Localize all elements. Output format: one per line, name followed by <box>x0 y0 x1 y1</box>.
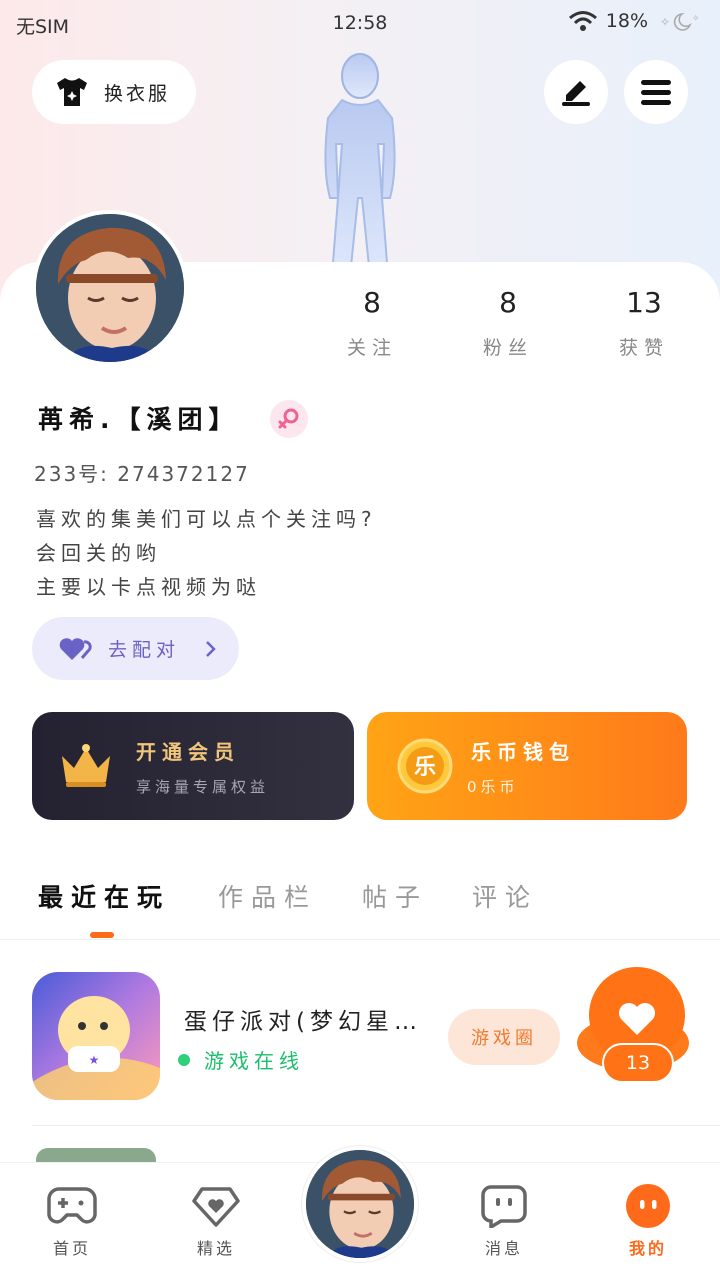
edit-button[interactable] <box>544 60 608 124</box>
nav-profile[interactable]: 我的 <box>598 1183 698 1259</box>
online-dot <box>178 1053 190 1066</box>
game-icon: ★ <box>32 972 160 1100</box>
status-bar: 无SIM 12:58 18% ✧ ✧ <box>0 0 720 48</box>
nav-label: 我的 <box>628 1239 667 1258</box>
coin-icon: 乐 <box>397 738 453 794</box>
list-divider <box>32 1125 720 1126</box>
stat-following[interactable]: 8 关注 <box>312 286 432 360</box>
change-outfit-button[interactable]: 换衣服 <box>32 60 196 124</box>
wallet-subtitle: 0乐币 <box>467 778 519 796</box>
match-button[interactable]: 去配对 <box>32 617 239 680</box>
tab-recent[interactable]: 最近在玩 <box>38 878 170 914</box>
chat-face-icon <box>481 1185 527 1228</box>
nav-featured[interactable]: 精选 <box>166 1183 266 1259</box>
pen-icon <box>562 81 590 106</box>
match-label: 去配对 <box>108 639 181 661</box>
coin-glyph: 乐 <box>414 755 436 780</box>
double-heart-icon <box>59 637 92 660</box>
bio-line: 喜欢的集美们可以点个关注吗? <box>36 507 377 531</box>
female-icon <box>270 400 308 438</box>
svg-text:✧: ✧ <box>660 15 670 29</box>
profile-name: 苒希.【溪团】 <box>38 405 240 434</box>
wallet-title: 乐币钱包 <box>471 740 575 764</box>
like-float-button[interactable]: 13 <box>576 965 690 1085</box>
stat-value: 13 <box>626 286 662 319</box>
vip-title: 开通会员 <box>136 740 240 764</box>
like-count: 13 <box>602 1043 674 1083</box>
vip-card[interactable]: 开通会员 享海量专属权益 <box>32 712 354 820</box>
game-status-text: 游戏在线 <box>204 1049 304 1073</box>
battery-text: 18% <box>605 10 648 32</box>
tab-posts[interactable]: 帖子 <box>362 878 428 914</box>
game-status: 游戏在线 <box>178 1045 304 1074</box>
gamepad-icon <box>47 1187 97 1224</box>
stat-label: 关注 <box>346 337 397 359</box>
bio-line: 会回关的哟 <box>36 541 161 565</box>
game-circle-button[interactable]: 游戏圈 <box>448 1009 560 1065</box>
tab-comments[interactable]: 评论 <box>472 878 538 914</box>
bio-line: 主要以卡点视频为哒 <box>36 575 261 599</box>
stat-label: 粉丝 <box>482 337 533 359</box>
nav-home[interactable]: 首页 <box>22 1183 122 1259</box>
profile-tabs: 最近在玩 作品栏 帖子 评论 <box>0 870 720 940</box>
moon-star-icon: ✧ ✧ <box>660 12 700 31</box>
wallet-card[interactable]: 乐 乐币钱包 0乐币 <box>367 712 687 820</box>
nav-center-avatar[interactable] <box>302 1146 418 1262</box>
avatar-portrait <box>306 1150 414 1258</box>
avatar[interactable] <box>32 210 188 366</box>
active-tab-indicator <box>90 932 114 938</box>
chevron-right-icon <box>206 640 216 657</box>
avatar-figure <box>324 53 396 277</box>
stat-label: 获赞 <box>618 337 669 359</box>
stat-likes[interactable]: 13 获赞 <box>584 286 704 360</box>
wifi-icon <box>568 11 597 31</box>
change-outfit-label: 换衣服 <box>104 82 171 105</box>
nav-messages[interactable]: 消息 <box>454 1183 554 1259</box>
menu-icon <box>641 80 671 105</box>
svg-text:★: ★ <box>89 1053 100 1067</box>
profile-bio: 喜欢的集美们可以点个关注吗? 会回关的哟 主要以卡点视频为哒 <box>36 502 377 604</box>
tab-works[interactable]: 作品栏 <box>218 878 317 914</box>
nav-label: 消息 <box>484 1239 523 1258</box>
crown-icon <box>62 744 110 787</box>
svg-text:✧: ✧ <box>692 14 700 24</box>
menu-button[interactable] <box>624 60 688 124</box>
stat-followers[interactable]: 8 粉丝 <box>448 286 568 360</box>
nav-label: 首页 <box>52 1239 91 1258</box>
nav-label: 精选 <box>196 1239 235 1258</box>
vip-subtitle: 享海量专属权益 <box>136 778 270 796</box>
stat-value: 8 <box>363 286 381 319</box>
tshirt-icon <box>57 78 87 106</box>
user-id: 233号: 274372127 <box>34 462 250 486</box>
stat-value: 8 <box>499 286 517 319</box>
avatar-portrait <box>36 214 184 362</box>
profile-face-icon <box>626 1184 670 1228</box>
heart-diamond-icon <box>192 1187 240 1227</box>
game-name: 蛋仔派对(梦幻星… <box>184 1009 422 1035</box>
